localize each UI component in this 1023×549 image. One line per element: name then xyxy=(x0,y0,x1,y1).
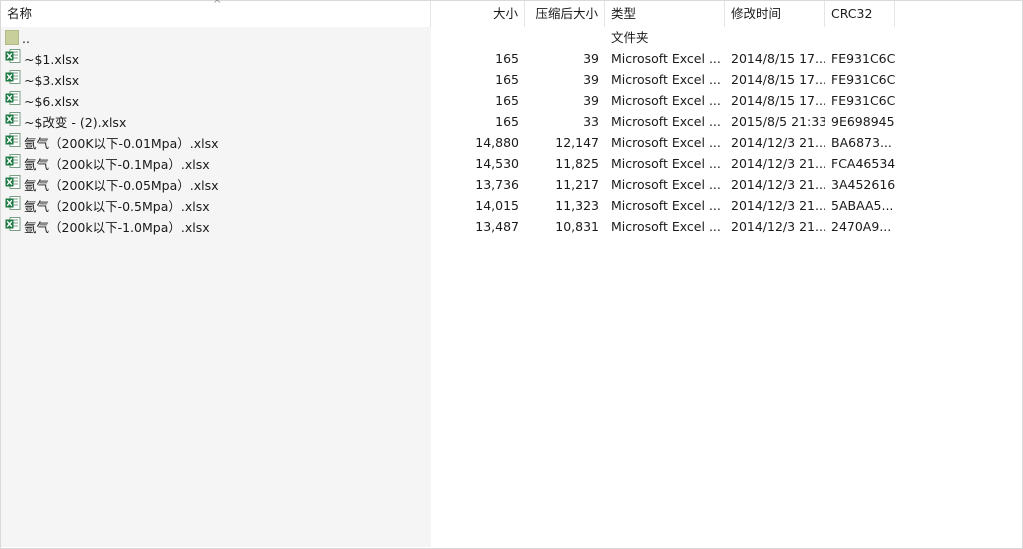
modified-cell: 2014/8/15 17... xyxy=(731,51,825,66)
list-item[interactable]: 氩气（200K以下-0.05Mpa）.xlsx 13,736 11,217 Mi… xyxy=(1,174,1022,195)
excel-file-icon xyxy=(5,195,21,216)
size-cell: 13,736 xyxy=(475,177,519,192)
type-cell: Microsoft Excel ... xyxy=(611,219,721,234)
list-item[interactable]: 氩气（200k以下-1.0Mpa）.xlsx 13,487 10,831 Mic… xyxy=(1,216,1022,237)
list-item-parent-folder[interactable]: .. 文件夹 xyxy=(1,27,1022,48)
name-cell: ~$1.xlsx xyxy=(1,48,431,69)
modified-cell: 2015/8/5 21:33 xyxy=(731,114,825,129)
list-item[interactable]: ~$3.xlsx 165 39 Microsoft Excel ... 2014… xyxy=(1,69,1022,90)
file-name: ~$1.xlsx xyxy=(24,52,80,67)
column-header-bar: 名称 ^ 大小 压缩后大小 类型 修改时间 CRC32 xyxy=(1,0,1022,27)
excel-file-icon xyxy=(5,69,21,90)
excel-file-icon xyxy=(5,111,21,132)
list-item[interactable]: 氩气（200K以下-0.01Mpa）.xlsx 14,880 12,147 Mi… xyxy=(1,132,1022,153)
modified-cell: 2014/12/3 21... xyxy=(731,198,825,213)
type-cell: Microsoft Excel ... xyxy=(611,156,721,171)
name-cell: .. xyxy=(1,27,431,48)
packed-size-cell: 11,825 xyxy=(555,156,599,171)
file-name: ~$3.xlsx xyxy=(24,73,80,88)
crc32-cell: 3A452616 xyxy=(831,177,895,192)
packed-size-cell: 39 xyxy=(583,51,599,66)
crc32-cell: 2470A9... xyxy=(831,219,892,234)
crc32-cell: FCA46534 xyxy=(831,156,895,171)
crc32-cell: 5ABAA5... xyxy=(831,198,894,213)
name-cell: 氩气（200k以下-0.1Mpa）.xlsx xyxy=(1,153,431,174)
size-cell: 14,530 xyxy=(475,156,519,171)
crc32-cell: BA6873... xyxy=(831,135,892,150)
packed-size-cell: 39 xyxy=(583,93,599,108)
sort-ascending-icon: ^ xyxy=(213,0,222,10)
packed-size-cell: 12,147 xyxy=(555,135,599,150)
name-cell: 氩气（200k以下-1.0Mpa）.xlsx xyxy=(1,216,431,237)
modified-cell: 2014/8/15 17... xyxy=(731,72,825,87)
file-name: 氩气（200K以下-0.01Mpa）.xlsx xyxy=(24,136,219,151)
name-cell: 氩气（200K以下-0.01Mpa）.xlsx xyxy=(1,132,431,153)
type-cell: Microsoft Excel ... xyxy=(611,93,721,108)
size-cell: 165 xyxy=(495,72,519,87)
excel-file-icon xyxy=(5,48,21,69)
type-cell: Microsoft Excel ... xyxy=(611,51,721,66)
type-cell: Microsoft Excel ... xyxy=(611,114,721,129)
crc32-cell: FE931C6C xyxy=(831,51,895,66)
file-name: 氩气（200k以下-0.1Mpa）.xlsx xyxy=(24,157,210,172)
folder-up-icon xyxy=(5,30,19,45)
file-name: .. xyxy=(22,31,30,46)
excel-file-icon xyxy=(5,174,21,195)
size-cell: 14,015 xyxy=(475,198,519,213)
list-item[interactable]: ~$6.xlsx 165 39 Microsoft Excel ... 2014… xyxy=(1,90,1022,111)
modified-cell: 2014/12/3 21... xyxy=(731,177,825,192)
excel-file-icon xyxy=(5,216,21,237)
list-item[interactable]: ~$1.xlsx 165 39 Microsoft Excel ... 2014… xyxy=(1,48,1022,69)
name-cell: ~$改变 - (2).xlsx xyxy=(1,111,431,132)
column-header-packed-size[interactable]: 压缩后大小 xyxy=(525,1,605,27)
list-item[interactable]: 氩气（200k以下-0.5Mpa）.xlsx 14,015 11,323 Mic… xyxy=(1,195,1022,216)
size-cell: 13,487 xyxy=(475,219,519,234)
file-name: 氩气（200k以下-1.0Mpa）.xlsx xyxy=(24,220,210,235)
packed-size-cell: 33 xyxy=(583,114,599,129)
modified-cell: 2014/12/3 21... xyxy=(731,219,825,234)
type-cell: Microsoft Excel ... xyxy=(611,198,721,213)
type-cell: Microsoft Excel ... xyxy=(611,177,721,192)
file-name: ~$6.xlsx xyxy=(24,94,80,109)
excel-file-icon xyxy=(5,153,21,174)
file-name: 氩气（200k以下-0.5Mpa）.xlsx xyxy=(24,199,210,214)
list-item[interactable]: 氩气（200k以下-0.1Mpa）.xlsx 14,530 11,825 Mic… xyxy=(1,153,1022,174)
column-header-name-label: 名称 xyxy=(7,6,33,21)
name-cell: 氩气（200K以下-0.05Mpa）.xlsx xyxy=(1,174,431,195)
size-cell: 14,880 xyxy=(475,135,519,150)
column-header-name[interactable]: 名称 ^ xyxy=(1,0,431,27)
file-name: 氩气（200K以下-0.05Mpa）.xlsx xyxy=(24,178,219,193)
modified-cell: 2014/12/3 21... xyxy=(731,156,825,171)
column-header-type[interactable]: 类型 xyxy=(605,1,725,27)
type-cell: Microsoft Excel ... xyxy=(611,72,721,87)
name-cell: 氩气（200k以下-0.5Mpa）.xlsx xyxy=(1,195,431,216)
type-cell: Microsoft Excel ... xyxy=(611,135,721,150)
column-header-modified[interactable]: 修改时间 xyxy=(725,1,825,27)
column-header-size[interactable]: 大小 xyxy=(431,1,525,27)
type-cell: 文件夹 xyxy=(611,30,649,45)
name-cell: ~$3.xlsx xyxy=(1,69,431,90)
size-cell: 165 xyxy=(495,51,519,66)
packed-size-cell: 11,217 xyxy=(555,177,599,192)
size-cell: 165 xyxy=(495,93,519,108)
packed-size-cell: 11,323 xyxy=(555,198,599,213)
column-header-crc32[interactable]: CRC32 xyxy=(825,1,895,27)
packed-size-cell: 39 xyxy=(583,72,599,87)
crc32-cell: FE931C6C xyxy=(831,72,895,87)
modified-cell: 2014/8/15 17... xyxy=(731,93,825,108)
excel-file-icon xyxy=(5,90,21,111)
crc32-cell: 9E698945 xyxy=(831,114,895,129)
crc32-cell: FE931C6C xyxy=(831,93,895,108)
excel-file-icon xyxy=(5,132,21,153)
size-cell: 165 xyxy=(495,114,519,129)
file-name: ~$改变 - (2).xlsx xyxy=(24,115,127,130)
name-cell: ~$6.xlsx xyxy=(1,90,431,111)
list-item[interactable]: ~$改变 - (2).xlsx 165 33 Microsoft Excel .… xyxy=(1,111,1022,132)
modified-cell: 2014/12/3 21... xyxy=(731,135,825,150)
packed-size-cell: 10,831 xyxy=(555,219,599,234)
